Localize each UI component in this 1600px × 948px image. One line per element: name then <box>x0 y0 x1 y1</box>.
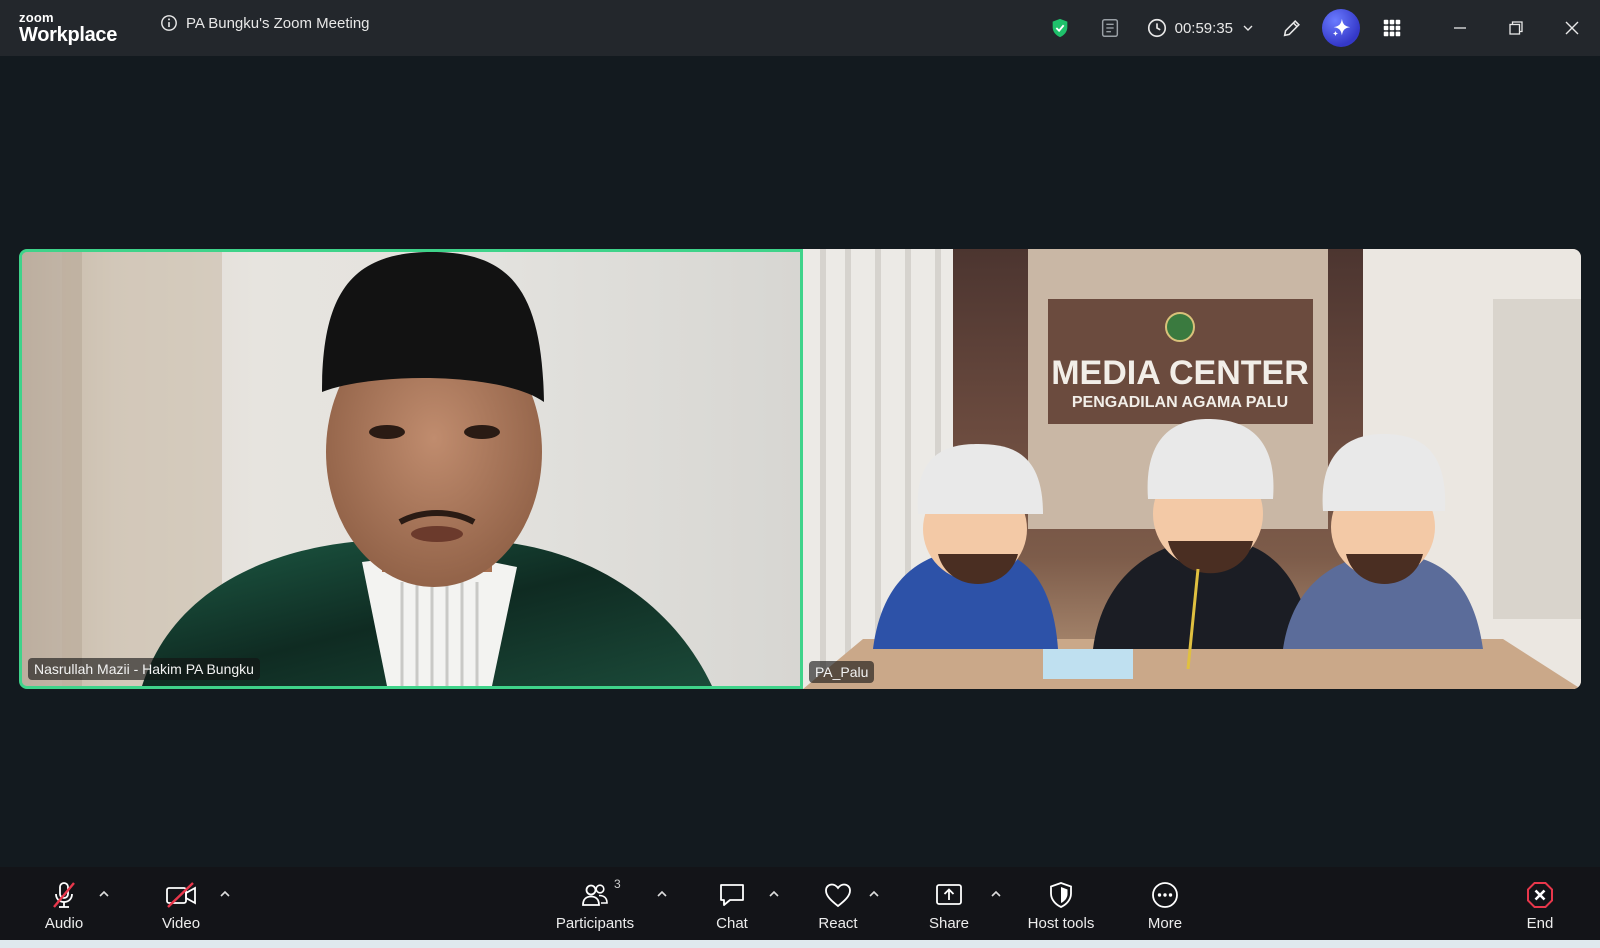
sign-subtext: PENGADILAN AGAMA PALU <box>1072 394 1288 411</box>
chevron-up-icon <box>869 890 879 897</box>
participant-name-tag: Nasrullah Mazii - Hakim PA Bungku <box>28 658 260 680</box>
more-dots-icon <box>1152 882 1178 908</box>
close-icon <box>1565 21 1579 35</box>
chat-options-caret[interactable] <box>767 887 781 901</box>
minimize-button[interactable] <box>1432 0 1488 56</box>
logo-workplace: Workplace <box>19 24 118 46</box>
chat-label: Chat <box>716 915 748 932</box>
title-bar-controls: 00:59:35 <box>1042 0 1600 56</box>
participants-icon <box>582 884 608 906</box>
react-label: React <box>818 915 858 932</box>
react-button[interactable]: React <box>810 867 866 940</box>
react-options-caret[interactable] <box>867 887 881 901</box>
share-options-caret[interactable] <box>989 887 1003 901</box>
video-button[interactable]: Video <box>153 867 209 940</box>
video-stage: Nasrullah Mazii - Hakim PA Bungku MEDIA … <box>0 56 1600 867</box>
heart-icon <box>825 883 851 908</box>
share-label: Share <box>928 915 970 932</box>
participants-options-caret[interactable] <box>655 887 669 901</box>
encryption-shield[interactable] <box>1042 10 1078 46</box>
share-screen-icon <box>936 884 962 905</box>
video-tile-active-speaker[interactable]: Nasrullah Mazii - Hakim PA Bungku <box>19 249 803 689</box>
notes-button[interactable] <box>1092 10 1128 46</box>
close-window-button[interactable] <box>1544 0 1600 56</box>
logo-zoom: zoom <box>19 10 54 25</box>
annotate-button[interactable] <box>1274 10 1310 46</box>
participants-button[interactable]: 3 Participants <box>548 867 642 940</box>
audio-label: Audio <box>44 915 84 932</box>
chevron-up-icon <box>991 890 1001 897</box>
taskbar-edge <box>0 940 1600 948</box>
timer-text: 00:59:35 <box>1174 19 1233 37</box>
more-label: More <box>1147 915 1183 932</box>
chevron-up-icon <box>99 890 109 897</box>
participants-count: 3 <box>614 877 621 891</box>
chevron-up-icon <box>769 890 779 897</box>
chevron-up-icon <box>220 890 230 897</box>
meeting-title: PA Bungku's Zoom Meeting <box>186 14 370 32</box>
info-icon <box>161 15 177 31</box>
video-label: Video <box>161 915 201 932</box>
participants-label: Participants <box>555 915 635 932</box>
restore-button[interactable] <box>1488 0 1544 56</box>
meeting-info[interactable]: PA Bungku's Zoom Meeting <box>160 14 370 32</box>
apps-button[interactable] <box>1374 10 1410 46</box>
sign-text: MEDIA CENTER <box>1051 354 1309 392</box>
audio-button[interactable]: Audio <box>36 867 92 940</box>
meeting-timer[interactable]: 00:59:35 <box>1146 17 1256 39</box>
participant-video-feed: MEDIA CENTER PENGADILAN AGAMA PALU <box>803 249 1581 689</box>
meeting-toolbar: Audio Video 3 Participants Chat React Sh… <box>0 867 1600 940</box>
host-tools-label: Host tools <box>1027 915 1095 932</box>
restore-icon <box>1509 21 1523 35</box>
audio-options-caret[interactable] <box>97 887 111 901</box>
shield-check-icon <box>1052 18 1067 38</box>
share-button[interactable]: Share <box>921 867 977 940</box>
host-shield-icon <box>1050 882 1072 908</box>
notes-icon <box>1101 19 1118 37</box>
minimize-icon <box>1454 27 1466 29</box>
chevron-up-icon <box>657 890 667 897</box>
zoom-workplace-logo: zoom Workplace <box>19 11 117 45</box>
camera-off-icon <box>166 882 196 908</box>
mic-muted-icon <box>53 882 75 908</box>
title-bar: zoom Workplace PA Bungku's Zoom Meeting … <box>0 0 1600 56</box>
clock-icon <box>1147 18 1166 38</box>
participant-video-feed <box>22 252 712 686</box>
end-label: End <box>1526 915 1554 932</box>
ai-companion-button[interactable] <box>1322 9 1360 47</box>
host-tools-button[interactable]: Host tools <box>1022 867 1100 940</box>
chat-bubble-icon <box>720 884 744 906</box>
participant-name-tag: PA_Palu <box>809 661 875 683</box>
video-tile-room[interactable]: MEDIA CENTER PENGADILAN AGAMA PALU PA_Pa… <box>803 249 1581 689</box>
chevron-down-icon <box>1243 25 1253 31</box>
end-call-icon <box>1527 882 1553 908</box>
end-meeting-button[interactable]: End <box>1512 867 1568 940</box>
sparkle-icon <box>1332 18 1351 37</box>
pencil-icon <box>1283 20 1300 37</box>
video-options-caret[interactable] <box>218 887 232 901</box>
apps-grid-icon <box>1383 19 1401 37</box>
chat-button[interactable]: Chat <box>704 867 760 940</box>
more-button[interactable]: More <box>1137 867 1193 940</box>
